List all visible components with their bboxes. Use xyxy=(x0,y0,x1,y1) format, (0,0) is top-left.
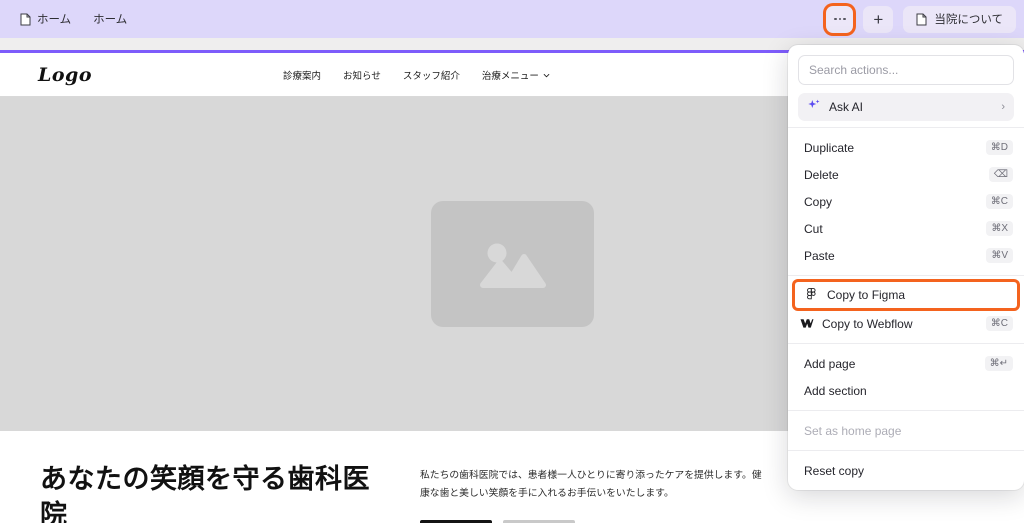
builder-tab-home-active[interactable]: ホーム xyxy=(10,6,81,32)
menu-item-label: Reset copy xyxy=(804,463,865,478)
menu-item-shortcut: ⌘X xyxy=(986,221,1013,236)
menu-group-home: Set as home page xyxy=(788,417,1024,444)
menu-separator xyxy=(788,410,1024,411)
page-icon xyxy=(916,13,927,26)
sparkle-icon xyxy=(807,98,821,117)
menu-item-label: Add page xyxy=(804,356,856,371)
nav-item-shinryo[interactable]: 診療案内 xyxy=(283,68,321,82)
chevron-down-icon xyxy=(543,71,550,78)
builder-tab-home-breadcrumb[interactable]: ホーム xyxy=(81,6,137,32)
menu-item-copy-to-figma[interactable]: Copy to Figma xyxy=(795,282,1017,308)
nav-label: 診療案内 xyxy=(283,70,322,82)
ask-ai-item[interactable]: Ask AI › xyxy=(798,93,1014,121)
plus-icon: + xyxy=(873,9,884,29)
menu-item-add-page[interactable]: Add page ⌘↵ xyxy=(788,350,1024,377)
builder-tab-label: ホーム xyxy=(93,14,128,26)
menu-item-shortcut: ⌘↵ xyxy=(984,356,1013,371)
menu-item-label: Add section xyxy=(804,383,867,398)
menu-item-shortcut: ⌘C xyxy=(985,316,1013,331)
app-root: ホーム ホーム + 当院について Logo 診療案内 お知らせ スタッフ紹介 治… xyxy=(0,0,1024,523)
menu-item-label: Paste xyxy=(804,248,835,263)
menu-item-label: Copy to Figma xyxy=(827,288,906,302)
add-tab-button[interactable]: + xyxy=(863,5,894,33)
chevron-right-icon: › xyxy=(1001,101,1005,113)
menu-item-label: Duplicate xyxy=(804,140,855,155)
menu-separator xyxy=(788,127,1024,128)
nav-item-oshirase[interactable]: お知らせ xyxy=(343,68,381,82)
menu-item-duplicate[interactable]: Duplicate ⌘D xyxy=(788,134,1024,161)
menu-item-set-as-home-page: Set as home page xyxy=(788,417,1024,444)
ask-ai-label: Ask AI xyxy=(829,100,864,114)
hero-body-text: 私たちの歯科医院では、患者様一人ひとりに寄り添ったケアを提供します。健康な歯と美… xyxy=(420,470,762,500)
nav-item-menu[interactable]: 治療メニュー xyxy=(482,68,550,82)
menu-item-add-section[interactable]: Add section xyxy=(788,377,1024,404)
menu-item-shortcut: ⌘D xyxy=(985,140,1013,155)
tab-bar-actions: + 当院について xyxy=(826,0,1024,38)
image-placeholder-icon xyxy=(480,243,546,288)
menu-item-label: Copy to Webflow xyxy=(822,316,913,331)
menu-search-wrap xyxy=(788,53,1024,93)
builder-tab-label: ホーム xyxy=(37,14,72,26)
nav-item-staff[interactable]: スタッフ紹介 xyxy=(403,68,460,82)
menu-item-delete[interactable]: Delete ⌫ xyxy=(788,161,1024,188)
site-nav: 診療案内 お知らせ スタッフ紹介 治療メニュー xyxy=(283,68,550,82)
menu-group-add: Add page ⌘↵ Add section xyxy=(788,350,1024,404)
menu-separator xyxy=(788,450,1024,451)
menu-item-shortcut: ⌘C xyxy=(985,194,1013,209)
page-icon xyxy=(20,13,31,26)
menu-item-reset-copy[interactable]: Reset copy xyxy=(788,457,1024,484)
nav-label: お知らせ xyxy=(343,70,381,82)
menu-item-paste[interactable]: Paste ⌘V xyxy=(788,242,1024,269)
menu-separator xyxy=(788,343,1024,344)
menu-group-edit: Duplicate ⌘D Delete ⌫ Copy ⌘C Cut ⌘X Pas… xyxy=(788,134,1024,269)
nav-label: 治療メニュー xyxy=(481,70,539,82)
menu-item-cut[interactable]: Cut ⌘X xyxy=(788,215,1024,242)
menu-item-copy-to-webflow[interactable]: Copy to Webflow ⌘C xyxy=(788,310,1024,337)
menu-item-label: Cut xyxy=(804,221,823,236)
hero-title: あなたの笑顔を守る歯科医院 xyxy=(40,464,370,523)
menu-item-label: Set as home page xyxy=(804,423,902,438)
builder-tab-bar: ホーム ホーム + 当院について xyxy=(0,0,1024,38)
menu-separator xyxy=(788,275,1024,276)
figma-icon xyxy=(804,287,819,303)
menu-item-shortcut: ⌫ xyxy=(988,167,1013,182)
site-logo[interactable]: Logo xyxy=(38,64,92,86)
menu-item-label: Copy xyxy=(804,194,833,209)
builder-tab-label: 当院について xyxy=(934,14,1003,26)
search-actions-input[interactable] xyxy=(798,55,1014,85)
actions-dropdown-menu: Ask AI › Duplicate ⌘D Delete ⌫ Copy ⌘C C… xyxy=(788,45,1024,490)
tab-list: ホーム ホーム xyxy=(0,0,137,38)
menu-group-reset: Reset copy xyxy=(788,457,1024,484)
more-actions-button[interactable] xyxy=(826,5,854,33)
ellipsis-icon xyxy=(834,17,846,21)
menu-item-label: Delete xyxy=(804,167,839,182)
webflow-icon xyxy=(799,318,814,329)
builder-tab-about[interactable]: 当院について xyxy=(903,5,1016,33)
image-placeholder xyxy=(430,201,594,327)
menu-group-export: Copy to Figma Copy to Webflow ⌘C xyxy=(788,282,1024,337)
menu-item-shortcut: ⌘V xyxy=(986,248,1013,263)
nav-label: スタッフ紹介 xyxy=(402,70,460,82)
menu-item-copy[interactable]: Copy ⌘C xyxy=(788,188,1024,215)
